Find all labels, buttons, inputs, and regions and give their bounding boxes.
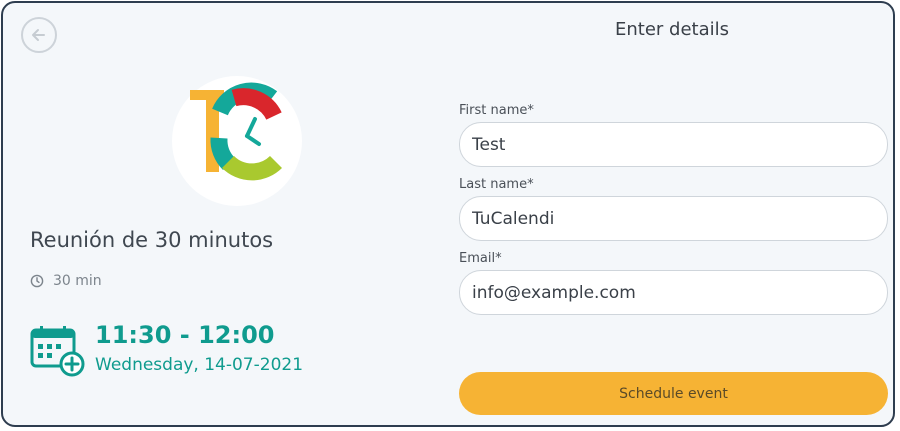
clock-icon bbox=[30, 274, 44, 288]
calendar-add-icon bbox=[30, 325, 86, 381]
back-button[interactable] bbox=[21, 17, 57, 53]
event-time-range: 11:30 - 12:00 bbox=[95, 321, 275, 349]
schedule-event-button[interactable]: Schedule event bbox=[459, 372, 888, 415]
first-name-label: First name* bbox=[459, 103, 534, 118]
email-field[interactable] bbox=[459, 270, 888, 315]
event-date: Wednesday, 14-07-2021 bbox=[95, 355, 304, 375]
duration-label: 30 min bbox=[53, 273, 102, 289]
tucalendi-logo bbox=[172, 76, 302, 206]
scheduler-card: Reunión de 30 minutos 30 min 11:30 - 12:… bbox=[1, 1, 895, 427]
last-name-field[interactable] bbox=[459, 196, 888, 241]
email-label: Email* bbox=[459, 251, 502, 266]
form-title: Enter details bbox=[615, 19, 730, 40]
first-name-field[interactable] bbox=[459, 122, 888, 167]
event-duration: 30 min bbox=[30, 273, 102, 289]
arrow-left-icon bbox=[32, 29, 45, 41]
event-title: Reunión de 30 minutos bbox=[30, 228, 274, 252]
last-name-label: Last name* bbox=[459, 177, 534, 192]
